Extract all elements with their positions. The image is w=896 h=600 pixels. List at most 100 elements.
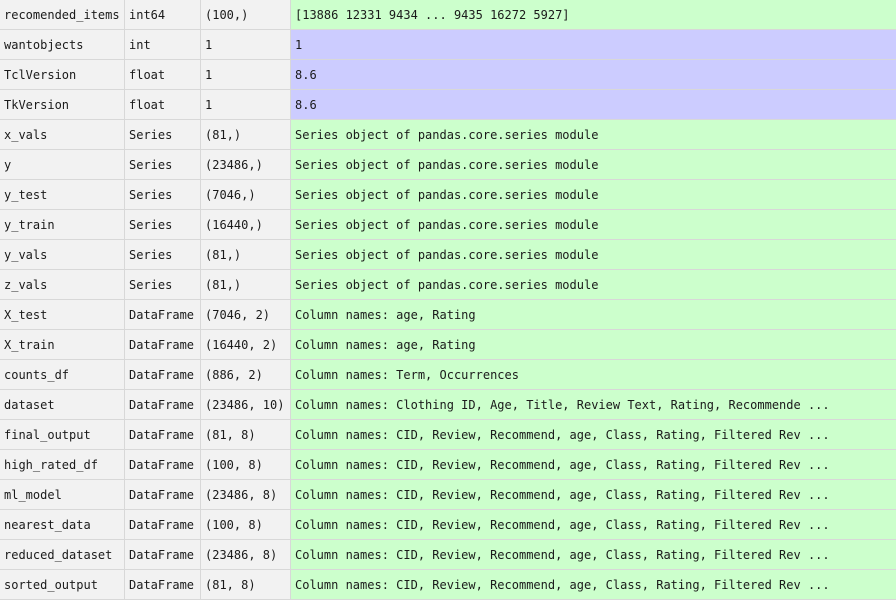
variable-size-cell[interactable]: (81,) [201, 240, 291, 269]
variable-size-cell[interactable]: (81, 8) [201, 420, 291, 449]
variable-type-cell[interactable]: Series [125, 240, 201, 269]
variable-name-cell[interactable]: y_train [0, 210, 125, 239]
variable-row[interactable]: nearest_data DataFrame (100, 8) Column name… [0, 510, 896, 540]
variable-type-cell[interactable]: Series [125, 180, 201, 209]
variable-row[interactable]: TclVersion float 1 8.6 [0, 60, 896, 90]
variable-row[interactable]: high_rated_df DataFrame (100, 8) Column nam… [0, 450, 896, 480]
variable-row[interactable]: y_train Series (16440,) Series object of pa… [0, 210, 896, 240]
variable-size-cell[interactable]: 1 [201, 90, 291, 119]
variable-value-cell[interactable]: Series object of pandas.core.series modu… [291, 120, 896, 149]
variable-size-cell[interactable]: (81, 8) [201, 570, 291, 599]
variable-type-cell[interactable]: DataFrame [125, 330, 201, 359]
variable-value-cell[interactable]: Series object of pandas.core.series modu… [291, 180, 896, 209]
variable-type-cell[interactable]: DataFrame [125, 420, 201, 449]
variable-value-cell[interactable]: Column names: age, Rating [291, 330, 896, 359]
variable-name-cell[interactable]: counts_df [0, 360, 125, 389]
variable-size-cell[interactable]: (81,) [201, 270, 291, 299]
variable-row[interactable]: y_test Series (7046,) Series object of pand… [0, 180, 896, 210]
variable-name-cell[interactable]: reduced_dataset [0, 540, 125, 569]
variable-size-cell[interactable]: (23486, 10) [201, 390, 291, 419]
variable-size-cell[interactable]: (7046,) [201, 180, 291, 209]
variable-size-cell[interactable]: (23486, 8) [201, 540, 291, 569]
variable-value-cell[interactable]: Column names: age, Rating [291, 300, 896, 329]
variable-name-cell[interactable]: y_vals [0, 240, 125, 269]
variable-value-cell[interactable]: Column names: CID, Review, Recommend, ag… [291, 510, 896, 539]
variable-row[interactable]: X_train DataFrame (16440, 2) Column names: … [0, 330, 896, 360]
variable-type-cell[interactable]: DataFrame [125, 480, 201, 509]
variable-type-cell[interactable]: int [125, 30, 201, 59]
variable-value-cell[interactable]: Series object of pandas.core.series modu… [291, 270, 896, 299]
variable-row[interactable]: wantobjects int 1 1 [0, 30, 896, 60]
variable-value-cell[interactable]: [13886 12331 9434 ... 9435 16272 5927] [291, 0, 896, 29]
variable-type-cell[interactable]: int64 [125, 0, 201, 29]
variable-value-cell[interactable]: Column names: Term, Occurrences [291, 360, 896, 389]
variable-value-cell[interactable]: Column names: CID, Review, Recommend, ag… [291, 540, 896, 569]
variable-row[interactable]: x_vals Series (81,) Series object of pandas… [0, 120, 896, 150]
variable-row[interactable]: X_test DataFrame (7046, 2) Column names: ag… [0, 300, 896, 330]
variable-size-cell[interactable]: (100,) [201, 0, 291, 29]
variable-name-cell[interactable]: x_vals [0, 120, 125, 149]
variable-value-cell[interactable]: Series object of pandas.core.series modu… [291, 240, 896, 269]
variable-size-cell[interactable]: (100, 8) [201, 510, 291, 539]
variable-name-cell[interactable]: nearest_data [0, 510, 125, 539]
variable-name-cell[interactable]: y [0, 150, 125, 179]
variable-row[interactable]: y Series (23486,) Series object of pandas.c… [0, 150, 896, 180]
variable-name-cell[interactable]: TkVersion [0, 90, 125, 119]
variable-name-cell[interactable]: high_rated_df [0, 450, 125, 479]
variable-name-cell[interactable]: X_test [0, 300, 125, 329]
variable-type-cell[interactable]: float [125, 90, 201, 119]
variable-value-cell[interactable]: Column names: CID, Review, Recommend, ag… [291, 420, 896, 449]
variable-size-cell[interactable]: (16440, 2) [201, 330, 291, 359]
variable-size-cell[interactable]: (100, 8) [201, 450, 291, 479]
variable-type-cell[interactable]: DataFrame [125, 300, 201, 329]
variable-type-cell[interactable]: DataFrame [125, 450, 201, 479]
variable-name-cell[interactable]: dataset [0, 390, 125, 419]
variable-row[interactable]: sorted_output DataFrame (81, 8) Column name… [0, 570, 896, 600]
variable-type-cell[interactable]: DataFrame [125, 360, 201, 389]
variable-name-cell[interactable]: X_train [0, 330, 125, 359]
variable-size-cell[interactable]: (81,) [201, 120, 291, 149]
variable-value-cell[interactable]: Column names: Clothing ID, Age, Title, R… [291, 390, 896, 419]
variable-name-cell[interactable]: recomended_items [0, 0, 125, 29]
variable-size-cell[interactable]: (886, 2) [201, 360, 291, 389]
variable-size-cell[interactable]: (23486, 8) [201, 480, 291, 509]
variable-row[interactable]: recomended_items int64 (100,) [13886 12331 … [0, 0, 896, 30]
variable-value-cell[interactable]: 8.6 [291, 90, 896, 119]
variable-size-cell[interactable]: (7046, 2) [201, 300, 291, 329]
variable-name-cell[interactable]: TclVersion [0, 60, 125, 89]
variable-type-cell[interactable]: DataFrame [125, 540, 201, 569]
variable-name-cell[interactable]: sorted_output [0, 570, 125, 599]
variable-type-cell[interactable]: Series [125, 150, 201, 179]
variable-row[interactable]: dataset DataFrame (23486, 10) Column names:… [0, 390, 896, 420]
variable-name-cell[interactable]: y_test [0, 180, 125, 209]
variable-type-cell[interactable]: Series [125, 270, 201, 299]
variable-row[interactable]: reduced_dataset DataFrame (23486, 8) Column… [0, 540, 896, 570]
variable-row[interactable]: z_vals Series (81,) Series object of pandas… [0, 270, 896, 300]
variable-size-cell[interactable]: (16440,) [201, 210, 291, 239]
variable-value-cell[interactable]: Column names: CID, Review, Recommend, ag… [291, 450, 896, 479]
variable-type-cell[interactable]: DataFrame [125, 570, 201, 599]
variable-size-cell[interactable]: (23486,) [201, 150, 291, 179]
variable-type-cell[interactable]: DataFrame [125, 510, 201, 539]
variable-value-cell[interactable]: Series object of pandas.core.series modu… [291, 150, 896, 179]
variable-row[interactable]: TkVersion float 1 8.6 [0, 90, 896, 120]
variable-name-cell[interactable]: final_output [0, 420, 125, 449]
variable-name-cell[interactable]: wantobjects [0, 30, 125, 59]
variable-type-cell[interactable]: Series [125, 120, 201, 149]
variable-value-cell[interactable]: Series object of pandas.core.series modu… [291, 210, 896, 239]
variable-row[interactable]: y_vals Series (81,) Series object of pandas… [0, 240, 896, 270]
variable-type-cell[interactable]: DataFrame [125, 390, 201, 419]
variable-type-cell[interactable]: Series [125, 210, 201, 239]
variable-size-cell[interactable]: 1 [201, 30, 291, 59]
variable-row[interactable]: final_output DataFrame (81, 8) Column names… [0, 420, 896, 450]
variable-type-cell[interactable]: float [125, 60, 201, 89]
variable-value-cell[interactable]: 8.6 [291, 60, 896, 89]
variable-row[interactable]: counts_df DataFrame (886, 2) Column names: … [0, 360, 896, 390]
variable-name-cell[interactable]: z_vals [0, 270, 125, 299]
variable-value-cell[interactable]: 1 [291, 30, 896, 59]
variable-size-cell[interactable]: 1 [201, 60, 291, 89]
variable-name-cell[interactable]: ml_model [0, 480, 125, 509]
variable-value-cell[interactable]: Column names: CID, Review, Recommend, ag… [291, 480, 896, 509]
variable-value-cell[interactable]: Column names: CID, Review, Recommend, ag… [291, 570, 896, 599]
variable-row[interactable]: ml_model DataFrame (23486, 8) Column names:… [0, 480, 896, 510]
